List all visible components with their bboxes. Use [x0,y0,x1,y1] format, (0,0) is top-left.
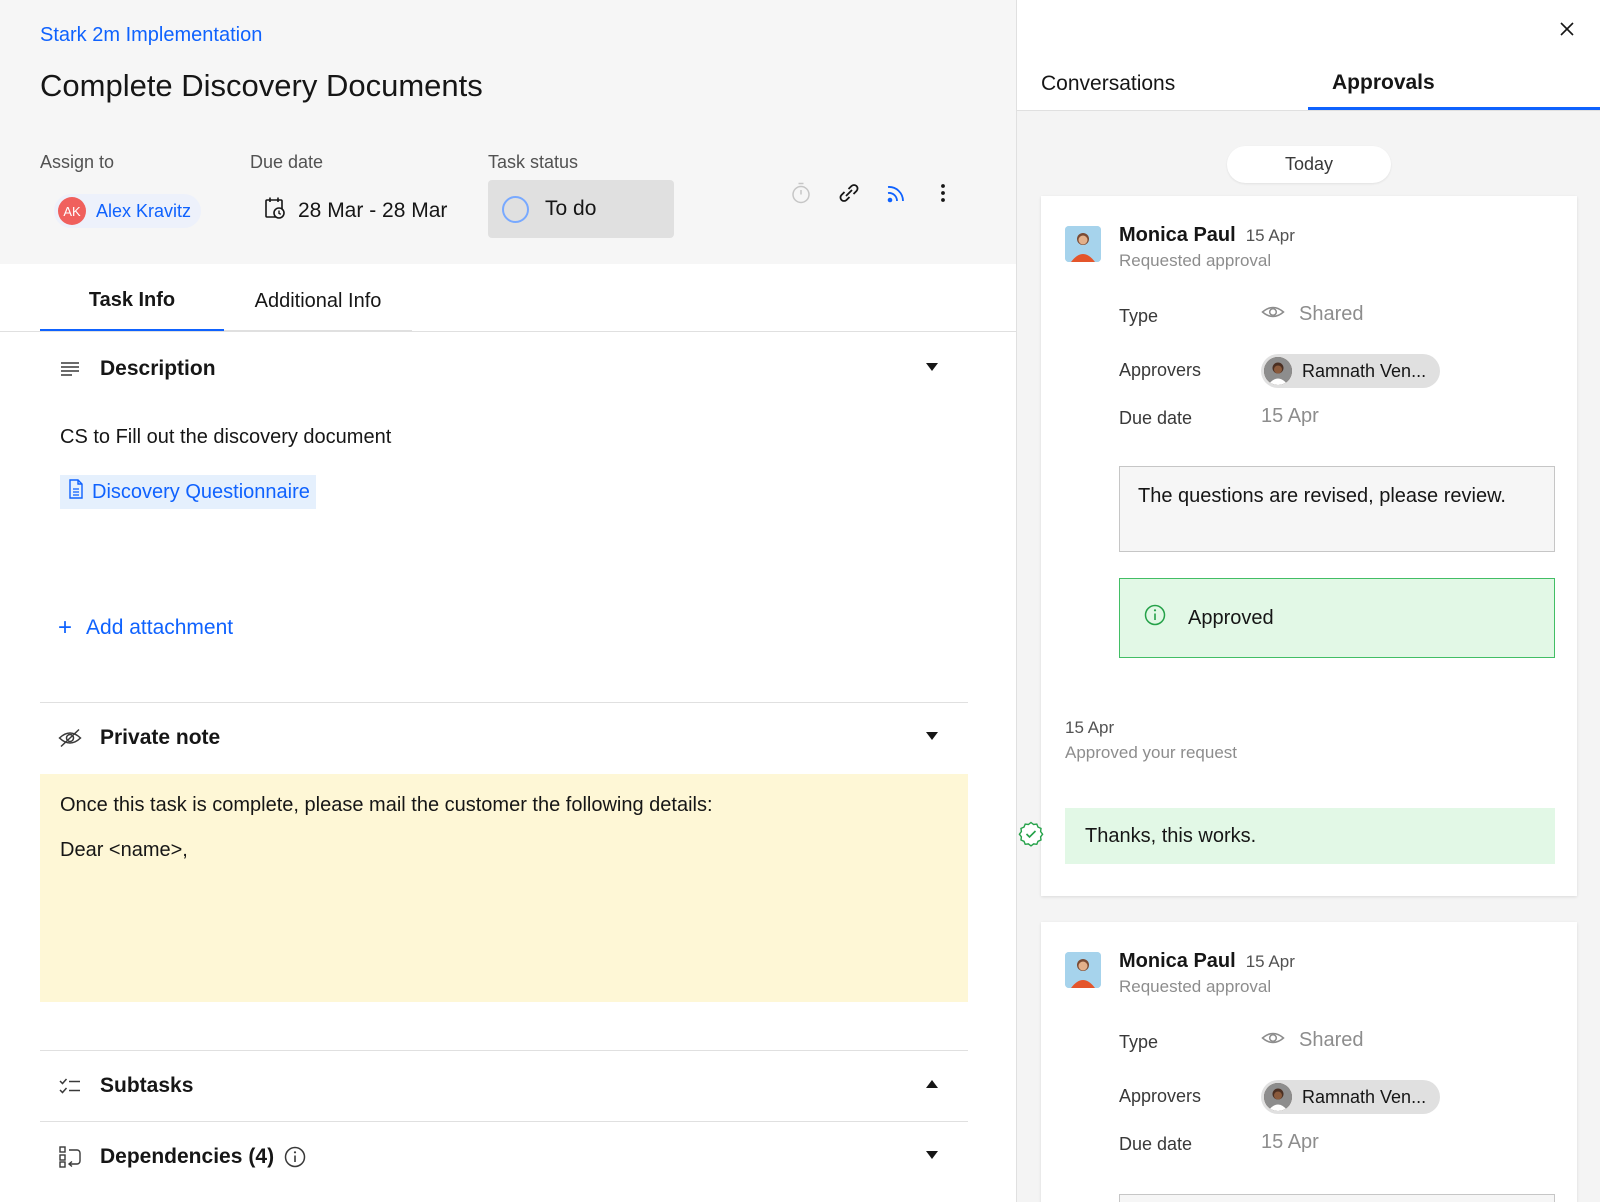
note-text-line: Dear <name>, [60,839,188,861]
approver-chip[interactable]: Ramnath Ven... [1261,1080,1441,1114]
chevron-up-icon[interactable] [926,1080,938,1088]
avatar [1065,952,1101,988]
task-status-value: To do [545,197,597,220]
approval-card: Monica Paul 15 Apr Requested approval Typ… [1041,922,1577,1202]
task-status-label: Task status [488,152,579,172]
task-status-dropdown[interactable]: To do [488,180,674,238]
assign-label: Assign to [40,152,115,172]
chevron-down-icon[interactable] [926,363,938,371]
close-icon[interactable] [1556,18,1578,40]
request-comment [1119,1194,1555,1202]
dependencies-title: Dependencies [100,1145,243,1168]
info-icon[interactable] [284,1146,306,1168]
dependency-icon [58,1145,82,1169]
eye-slash-icon [58,726,82,750]
add-attachment-button[interactable]: + Add attachment [58,616,233,640]
tab-approvals[interactable]: Approvals [1308,58,1600,110]
task-header: Stark 2m Implementation Complete Discove… [0,0,1016,264]
chevron-down-icon[interactable] [926,732,938,740]
chevron-down-icon[interactable] [926,1151,938,1159]
checklist-icon [58,1074,82,1098]
status-circle-icon [502,195,529,223]
date-separator: Today [1227,146,1391,183]
request-date: 15 Apr [1245,952,1295,971]
tabs-divider [0,331,1016,332]
request-subtitle: Requested approval [1119,977,1272,996]
approved-status: Approved [1119,578,1555,658]
assignee-chip[interactable]: AK Alex Kravitz [54,194,202,228]
response-message: Thanks, this works. [1065,808,1555,864]
text-lines-icon [58,357,82,381]
response-date: 15 Apr [1065,718,1115,737]
tabs-divider [1017,110,1600,111]
approvers-label: Approvers [1119,360,1202,380]
document-link[interactable]: Discovery Questionnaire [60,475,316,509]
avatar [1264,357,1292,385]
verified-badge-icon [1018,821,1044,847]
avatar: AK [58,197,86,225]
due-date-value: 28 Mar - 28 Mar [298,199,448,222]
avatar [1264,1083,1292,1111]
description-title: Description [100,357,216,380]
approval-card: Monica Paul 15 Apr Requested approval Typ… [1041,196,1577,896]
response-subtitle: Approved your request [1065,743,1237,762]
timer-icon[interactable] [788,180,814,206]
due-date-label: Due date [1119,408,1193,428]
link-icon[interactable] [836,180,862,206]
approver-chip[interactable]: Ramnath Ven... [1261,354,1441,388]
type-value: Shared [1261,303,1364,326]
breadcrumb[interactable]: Stark 2m Implementation [40,24,262,47]
approvals-panel: Conversations Approvals Today Monica Pau… [1017,0,1600,1202]
request-comment: The questions are revised, please review… [1119,466,1555,552]
calendar-icon [264,196,286,226]
tab-conversations[interactable]: Conversations [1041,58,1175,110]
plus-icon: + [58,614,73,641]
tab-task-info[interactable]: Task Info [40,272,224,332]
info-icon [1144,604,1166,632]
dependencies-count: (4) [248,1145,275,1168]
assignee-name: Alex Kravitz [96,200,192,221]
private-note-content[interactable]: Once this task is complete, please mail … [40,774,968,1002]
page-title: Complete Discovery Documents [40,68,483,103]
requester-name: Monica Paul 15 Apr [1119,224,1295,246]
approvers-label: Approvers [1119,1086,1202,1106]
task-panel: Stark 2m Implementation Complete Discove… [0,0,1016,1202]
private-note-section-header[interactable]: Private note [40,703,968,773]
add-attachment-label: Add attachment [86,616,234,639]
document-link-label: Discovery Questionnaire [92,480,310,503]
requester-name: Monica Paul 15 Apr [1119,950,1295,972]
type-label: Type [1119,1032,1159,1052]
eye-icon [1261,1029,1285,1052]
dependencies-section-header[interactable]: Dependencies (4) [40,1122,968,1192]
overflow-menu-icon[interactable] [930,180,956,206]
request-subtitle: Requested approval [1119,251,1272,270]
document-icon [68,479,84,505]
note-text-line: Once this task is complete, please mail … [60,794,713,816]
tab-additional-info[interactable]: Additional Info [224,272,412,332]
type-label: Type [1119,306,1159,326]
feed-icon[interactable] [884,180,910,206]
due-date-label: Due date [1119,1134,1193,1154]
description-text: CS to Fill out the discovery document [60,426,392,448]
private-note-title: Private note [100,726,221,749]
subtasks-title: Subtasks [100,1074,194,1097]
eye-icon [1261,303,1285,326]
due-date-picker[interactable]: 28 Mar - 28 Mar [264,196,447,226]
request-date: 15 Apr [1245,226,1295,245]
type-value: Shared [1261,1029,1364,1052]
subtasks-section-header[interactable]: Subtasks [40,1051,968,1121]
due-date-value: 15 Apr [1261,1131,1319,1153]
task-tabs: Task Info Additional Info [40,272,412,332]
avatar [1065,226,1101,262]
description-section-header[interactable]: Description [40,334,968,404]
due-date-label: Due date [250,152,324,172]
due-date-value: 15 Apr [1261,405,1319,427]
